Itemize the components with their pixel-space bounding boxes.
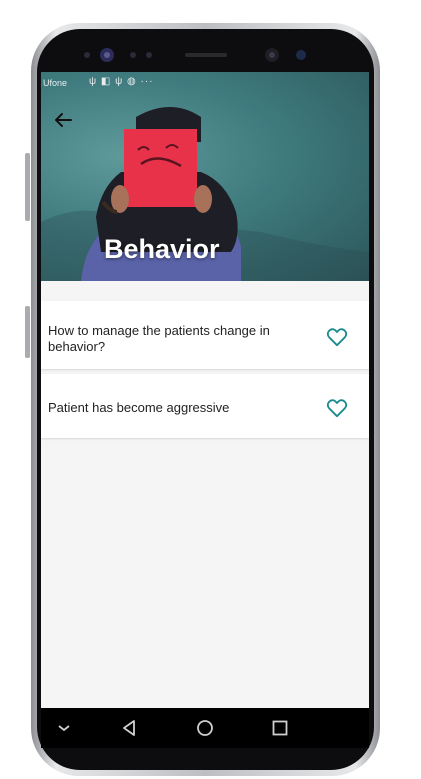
header-image: Ufone ψ ◧ ψ ◍ ··· Behavior <box>41 72 369 281</box>
phone-power-button <box>25 306 30 358</box>
heart-outline-icon[interactable] <box>326 327 348 347</box>
carrier-label: Ufone <box>43 78 68 88</box>
status-icons: ψ ◧ ψ ◍ ··· <box>89 76 154 87</box>
arrow-left-icon[interactable] <box>51 108 75 132</box>
phone-volume-button <box>25 153 30 221</box>
chevron-down-icon[interactable] <box>52 716 76 740</box>
app-screen: Ufone ψ ◧ ψ ◍ ··· Behavior How to manage… <box>41 72 369 708</box>
question-item[interactable]: Patient has become aggressive <box>41 374 369 438</box>
status-bar: Ufone ψ ◧ ψ ◍ ··· <box>41 72 369 94</box>
question-text: Patient has become aggressive <box>48 400 230 415</box>
heart-outline-icon[interactable] <box>326 398 348 418</box>
square-recent-icon[interactable] <box>268 716 292 740</box>
page-title: Behavior <box>104 234 220 264</box>
circle-home-icon[interactable] <box>193 716 217 740</box>
phone-top-sensors <box>84 48 306 62</box>
question-text: How to manage the patients change in beh… <box>48 323 270 354</box>
triangle-back-icon[interactable] <box>117 716 141 740</box>
question-item[interactable]: How to manage the patients change in beh… <box>41 301 369 369</box>
android-nav-bar <box>41 708 369 748</box>
